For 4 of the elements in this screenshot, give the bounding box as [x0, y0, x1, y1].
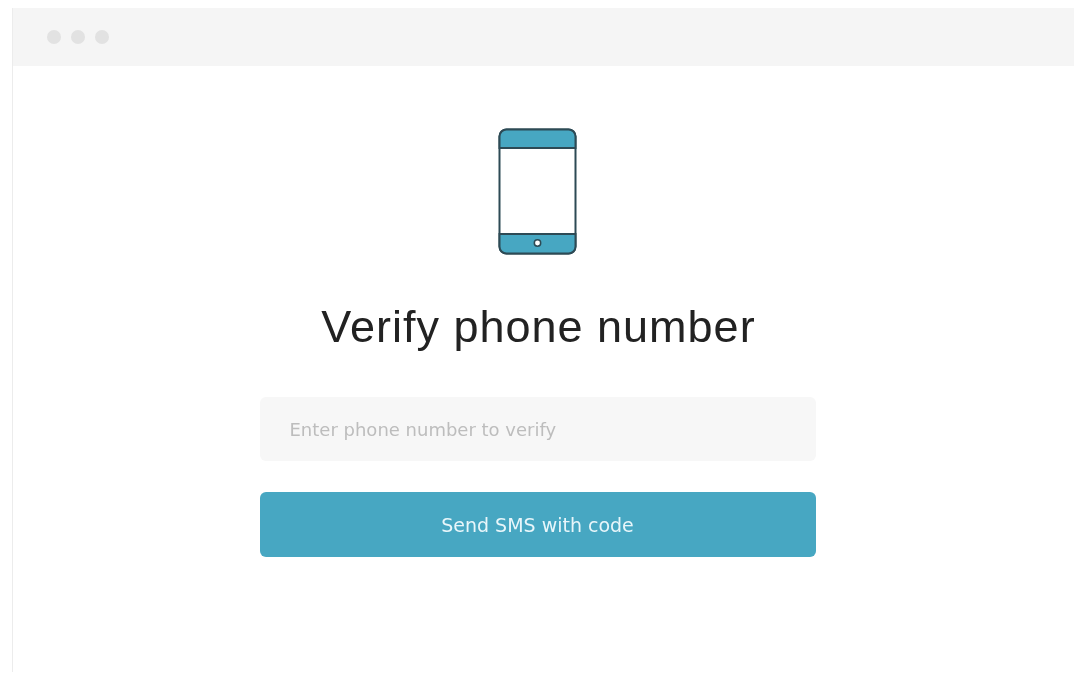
smartphone-icon — [498, 128, 577, 255]
phone-number-field[interactable]: Enter phone number to verify — [259, 397, 816, 461]
page-heading: Verify phone number — [321, 301, 756, 353]
send-sms-button[interactable]: Send SMS with code — [259, 492, 816, 557]
